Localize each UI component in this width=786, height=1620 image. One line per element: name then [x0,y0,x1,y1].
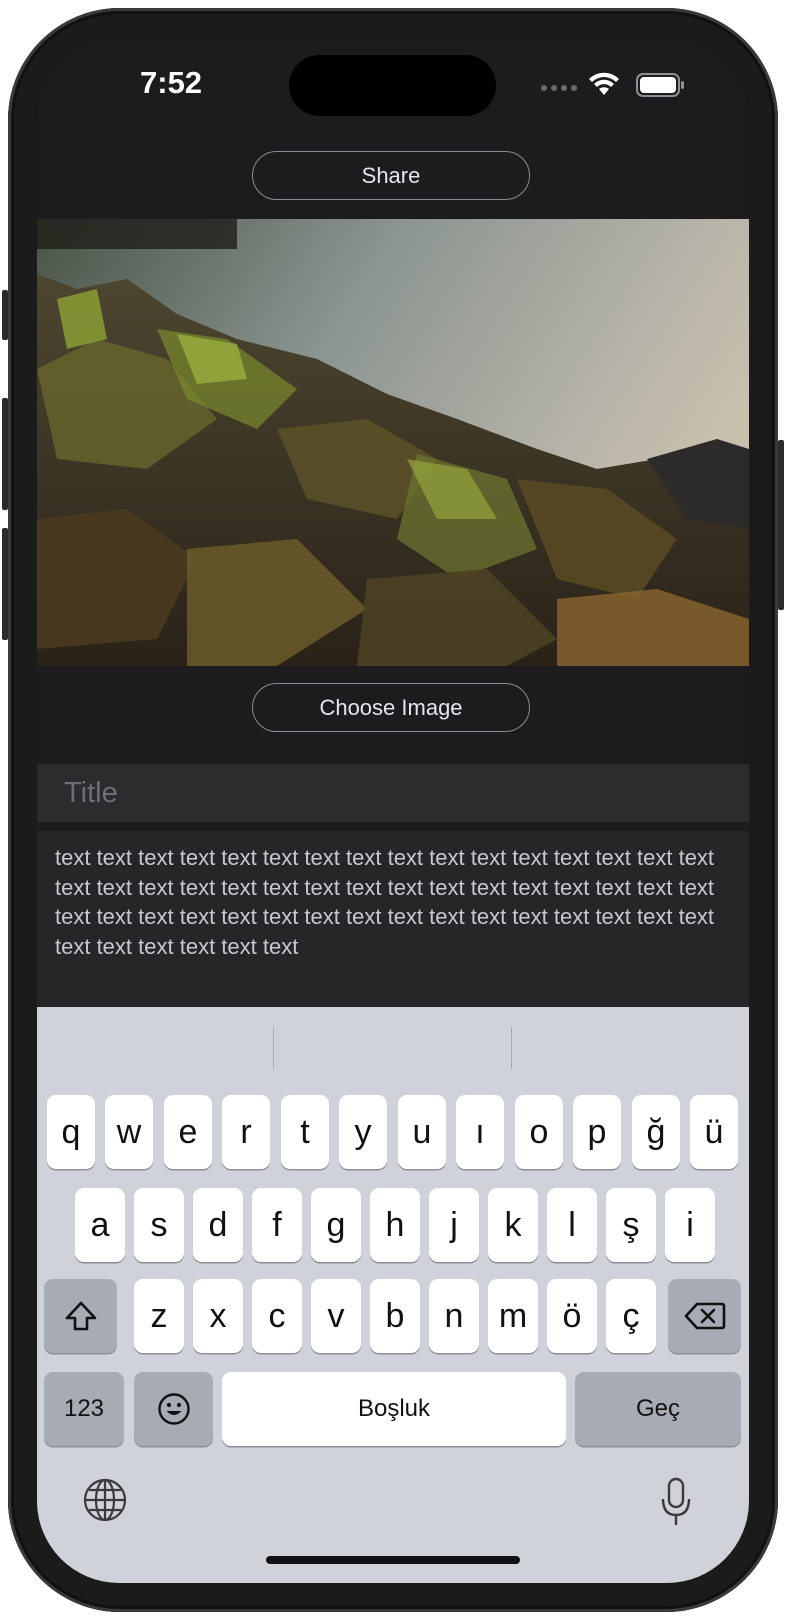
shift-key[interactable] [44,1279,117,1353]
key-j[interactable]: j [429,1188,479,1262]
body-text-editor[interactable]: text text text text text text text text … [37,831,749,1007]
screen: 7:52 Share Choose Image Title text text … [37,37,749,1583]
key-c[interactable]: c [252,1279,302,1353]
key-n[interactable]: n [429,1279,479,1353]
key-f[interactable]: f [252,1188,302,1262]
key-o[interactable]: o [515,1095,563,1169]
key-m[interactable]: m [488,1279,538,1353]
key-d[interactable]: d [193,1188,243,1262]
status-bar: 7:52 [37,37,749,137]
dynamic-island [289,55,496,116]
suggestion-divider [273,1027,274,1069]
shift-icon [65,1301,96,1331]
key-p[interactable]: p [573,1095,621,1169]
key-g[interactable]: g [311,1188,361,1262]
emoji-key[interactable] [134,1372,213,1446]
key-s-cedilla[interactable]: ş [606,1188,656,1262]
key-b[interactable]: b [370,1279,420,1353]
key-t[interactable]: t [281,1095,329,1169]
key-w[interactable]: w [105,1095,153,1169]
key-o-umlaut[interactable]: ö [547,1279,597,1353]
microphone-icon[interactable] [659,1477,693,1527]
key-z[interactable]: z [134,1279,184,1353]
key-s[interactable]: s [134,1188,184,1262]
key-q[interactable]: q [47,1095,95,1169]
key-x[interactable]: x [193,1279,243,1353]
key-h[interactable]: h [370,1188,420,1262]
key-u-umlaut[interactable]: ü [690,1095,738,1169]
key-e[interactable]: e [164,1095,212,1169]
status-time: 7:52 [140,65,203,100]
backspace-key[interactable] [668,1279,741,1353]
backspace-icon [684,1302,725,1330]
emoji-icon [157,1393,190,1425]
keyboard: q w e r t y u ı o p ğ ü a s d f g h j k … [37,1007,749,1583]
choose-image-button[interactable]: Choose Image [252,683,530,732]
numbers-key[interactable]: 123 [44,1372,124,1446]
power-button [778,440,784,610]
home-indicator[interactable] [266,1556,520,1564]
key-v[interactable]: v [311,1279,361,1353]
key-r[interactable]: r [222,1095,270,1169]
key-u[interactable]: u [398,1095,446,1169]
return-key[interactable]: Geç [575,1372,741,1446]
key-i[interactable]: i [665,1188,715,1262]
title-input[interactable]: Title [37,764,749,822]
key-k[interactable]: k [488,1188,538,1262]
share-button[interactable]: Share [252,151,530,200]
space-key[interactable]: Boşluk [222,1372,566,1446]
key-y[interactable]: y [339,1095,387,1169]
key-dotless-i[interactable]: ı [456,1095,504,1169]
selected-photo [37,219,749,666]
key-c-cedilla[interactable]: ç [606,1279,656,1353]
key-a[interactable]: a [75,1188,125,1262]
key-l[interactable]: l [547,1188,597,1262]
cellular-signal-icon [541,85,577,91]
key-g-breve[interactable]: ğ [632,1095,680,1169]
suggestion-divider [511,1027,512,1069]
globe-icon[interactable] [82,1477,128,1523]
battery-icon [636,73,684,97]
wifi-icon [589,72,619,95]
